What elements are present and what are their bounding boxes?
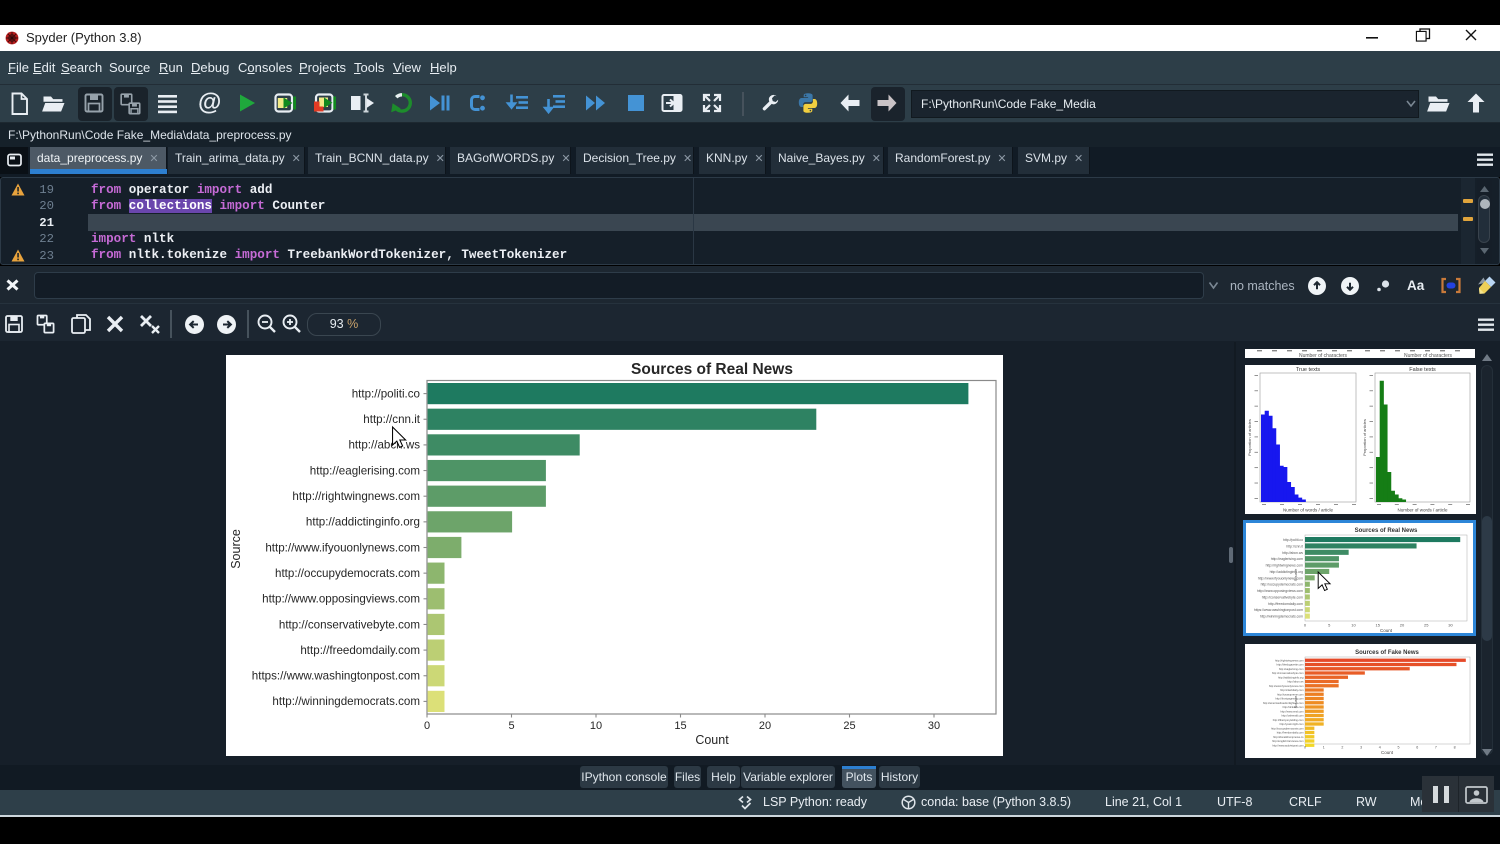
svg-text:http://politi.co: http://politi.co [1283,538,1303,542]
svg-text:20: 20 [1400,623,1405,628]
svg-text:http://libertyunyielding.com: http://libertyunyielding.com [1273,718,1304,722]
svg-text:10: 10 [1351,623,1356,628]
svg-text:http://www.ifyouonlynews.com: http://www.ifyouonlynews.com [265,541,420,554]
svg-text:http://abcn.ws: http://abcn.ws [1282,551,1303,555]
svg-text:http://winningdemocrats.com: http://winningdemocrats.com [272,695,420,708]
svg-text:Source: Source [229,529,243,569]
svg-text:30: 30 [1448,623,1453,628]
svg-text:http://eaglerising.com: http://eaglerising.com [1271,557,1303,561]
svg-text:http://usherald.com: http://usherald.com [1281,714,1303,718]
svg-text:http://addictinginfo.org: http://addictinginfo.org [1270,570,1303,574]
svg-text:Count: Count [695,733,729,747]
svg-text:Source: Source [1293,568,1298,581]
svg-text:Count: Count [1380,628,1393,633]
svg-text:5: 5 [1398,746,1400,750]
svg-text:Sources of Real News: Sources of Real News [631,361,793,378]
svg-text:http://thedcgazette.com: http://thedcgazette.com [1277,663,1304,667]
svg-text:http://addictinginfo.org: http://addictinginfo.org [306,516,420,529]
svg-text:http://rightwingnews.com: http://rightwingnews.com [1275,658,1304,662]
svg-text:Number of characters: Number of characters [1299,353,1348,359]
svg-text:https://www.washingtonpost.com: https://www.washingtonpost.com [1254,608,1303,612]
svg-text:http://winningdemocrats.com: http://winningdemocrats.com [1260,615,1303,619]
svg-text:15: 15 [674,720,686,732]
svg-text:http://usasupreme.com: http://usasupreme.com [1277,692,1303,696]
svg-text:http://donaldtrumpnews.co: http://donaldtrumpnews.co [1273,735,1304,739]
svg-text:http://abcn.ws: http://abcn.ws [348,439,420,452]
svg-text:Number of words / article: Number of words / article [1283,508,1334,513]
svg-text:http://rightwingnews.com: http://rightwingnews.com [292,490,420,503]
svg-text:8: 8 [1454,746,1456,750]
svg-text:0: 0 [1304,746,1306,750]
svg-text:http://conservativebyte.com: http://conservativebyte.com [1262,595,1303,599]
svg-text:http://abcn.ws: http://abcn.ws [1287,680,1304,684]
svg-text:3: 3 [1360,746,1362,750]
svg-text:http://freedomdaily.com: http://freedomdaily.com [1268,602,1303,606]
svg-text:http://www.wnd.com: http://www.wnd.com [1280,709,1303,713]
svg-text:http://occupydemocrats.com: http://occupydemocrats.com [275,567,420,580]
svg-text:1: 1 [1323,746,1325,750]
svg-text:http://occupydemocrats.com: http://occupydemocrats.com [1271,726,1303,730]
svg-text:http://www.opposingviews.com: http://www.opposingviews.com [262,593,420,606]
svg-text:http://addictinginfo.org: http://addictinginfo.org [1278,675,1304,679]
svg-text:http://clashdaily.com: http://clashdaily.com [1280,688,1303,692]
svg-text:7: 7 [1435,746,1437,750]
svg-text:20: 20 [759,720,771,732]
svg-text:https://www.washingtonpost.com: https://www.washingtonpost.com [252,670,420,683]
svg-text:10: 10 [590,720,602,732]
svg-text:6: 6 [1416,746,1418,750]
svg-text:http://www.ifyouonlynews.com: http://www.ifyouonlynews.com [1269,684,1304,688]
svg-text:http://eaglerising.com: http://eaglerising.com [1279,667,1304,671]
svg-text:http://cnn.it: http://cnn.it [1286,544,1303,548]
svg-text:Sources of Real News: Sources of Real News [1355,528,1418,534]
svg-text:http://occupydemocrats.com: http://occupydemocrats.com [1261,583,1304,587]
svg-text:http://cnn.it: http://cnn.it [363,413,420,426]
svg-text:Proportion of articles: Proportion of articles [1247,419,1252,456]
svg-text:http://english.farsnews.com: http://english.farsnews.com [1272,739,1303,743]
svg-text:http://www.activistpost.com: http://www.activistpost.com [1272,743,1303,747]
svg-text:Sources of Fake News: Sources of Fake News [1355,650,1419,656]
svg-text:Source: Source [1293,695,1298,708]
svg-text:http://freedomdaily.com: http://freedomdaily.com [300,644,420,657]
svg-text:30: 30 [928,720,940,732]
svg-text:http://freedomdaily.com: http://freedomdaily.com [1277,731,1304,735]
svg-text:Number of characters: Number of characters [1404,353,1453,359]
svg-text:0: 0 [424,720,430,732]
svg-text:15: 15 [1376,623,1381,628]
svg-text:http://frontpagemag.com: http://frontpagemag.com [1275,697,1303,701]
svg-text:4: 4 [1379,746,1381,750]
svg-text:http://yesimright.com: http://yesimright.com [1280,722,1304,726]
svg-text:25: 25 [1424,623,1429,628]
svg-text:Proportion of articles: Proportion of articles [1362,419,1367,456]
svg-text:http://www.opposingviews.com: http://www.opposingviews.com [1257,589,1303,593]
svg-text:Number of words / article: Number of words / article [1397,508,1448,513]
svg-text:http://conservativebyte.com: http://conservativebyte.com [279,618,420,631]
svg-text:2: 2 [1341,746,1343,750]
svg-text:False texts: False texts [1409,367,1436,373]
svg-text:http://eaglerising.com: http://eaglerising.com [310,464,420,477]
svg-text:5: 5 [508,720,514,732]
svg-text:http://conservativebyte.com: http://conservativebyte.com [1272,671,1304,675]
svg-text:http://rightwingnews.com: http://rightwingnews.com [1266,564,1303,568]
svg-text:25: 25 [843,720,855,732]
svg-text:True texts: True texts [1296,367,1320,373]
svg-text:http://politi.co: http://politi.co [352,387,420,400]
svg-text:Count: Count [1381,750,1394,755]
